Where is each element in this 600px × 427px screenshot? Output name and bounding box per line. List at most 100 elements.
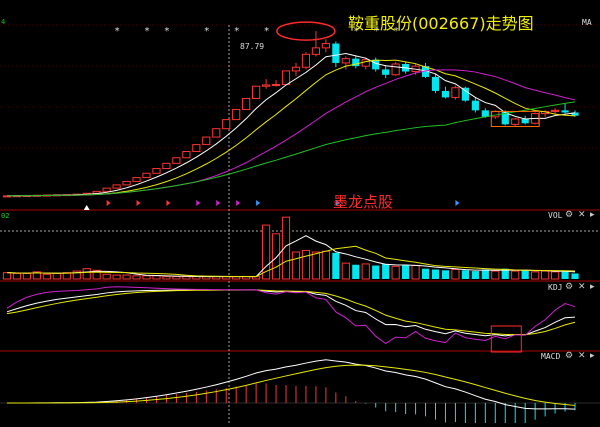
candle-body xyxy=(341,58,350,64)
candle-body xyxy=(332,43,340,63)
candle-body xyxy=(291,66,301,72)
candle-body xyxy=(232,108,241,121)
volume-bar xyxy=(142,275,151,280)
macd-dea-line xyxy=(6,364,576,406)
kdj-k-line xyxy=(6,289,576,337)
candle-body xyxy=(382,69,390,75)
candle-body xyxy=(212,128,221,138)
limit-up-star: * xyxy=(164,26,169,37)
signal-arrow xyxy=(216,200,221,206)
signal-arrow xyxy=(196,200,201,206)
volume-bar xyxy=(132,275,141,280)
kdj-d-line xyxy=(6,289,576,336)
candle-body xyxy=(321,43,330,49)
candle-body xyxy=(122,180,131,186)
vol-panel-label[interactable]: VOL xyxy=(548,211,562,220)
ma-label[interactable]: MA xyxy=(582,18,592,27)
candle-body xyxy=(192,144,201,153)
candle-body xyxy=(372,59,380,70)
volume-bar xyxy=(162,276,171,280)
ma5-line xyxy=(6,52,576,197)
candle-body xyxy=(521,118,529,124)
ma10-line xyxy=(6,59,576,197)
volume-bar xyxy=(521,270,529,279)
vol-ma5-line xyxy=(6,235,576,278)
peak-price-label: 87.79 xyxy=(240,42,265,51)
volume-bar xyxy=(421,268,430,279)
volume-bar xyxy=(431,269,440,279)
kdj-settings-gear-icon[interactable]: ⚙ xyxy=(565,282,573,292)
volume-bar xyxy=(112,274,121,280)
candle-body xyxy=(451,87,460,98)
candle-body xyxy=(431,76,440,91)
ma20-line xyxy=(6,69,576,197)
volume-bar xyxy=(550,271,560,280)
volume-bar xyxy=(271,233,281,280)
macd-panel-label[interactable]: MACD xyxy=(541,352,560,361)
signal-arrow xyxy=(256,200,261,206)
volume-bar xyxy=(391,265,400,280)
vol-corner-mark: 02 xyxy=(1,212,10,220)
volume-bar xyxy=(102,273,111,280)
candle-body xyxy=(182,151,191,159)
volume-bar xyxy=(291,251,301,280)
vol-settings-gear-icon[interactable]: ⚙ xyxy=(565,210,573,220)
candle-body xyxy=(561,110,569,113)
candle-body xyxy=(162,162,171,170)
candle-body xyxy=(461,87,469,101)
volume-bar xyxy=(172,276,181,280)
limit-up-star: * xyxy=(234,26,239,37)
candle-body xyxy=(152,168,161,174)
volume-bar xyxy=(361,263,370,280)
volume-bar xyxy=(541,270,550,280)
macd-expand-icon[interactable]: ▸ xyxy=(590,351,595,361)
volume-bar xyxy=(122,274,131,280)
volume-bar xyxy=(341,262,350,280)
volume-bar xyxy=(182,276,191,280)
volume-bar xyxy=(531,271,540,280)
candle-body xyxy=(222,119,231,130)
volume-bar xyxy=(411,265,420,280)
vol-close-icon[interactable]: ✕ xyxy=(578,210,586,220)
candle-body xyxy=(102,187,111,192)
candle-body xyxy=(112,184,121,189)
candle-body xyxy=(311,47,321,55)
signal-arrow xyxy=(455,200,460,206)
volume-bar xyxy=(332,252,340,279)
candle-body xyxy=(242,97,251,110)
volume-bar xyxy=(372,265,380,279)
macd-settings-gear-icon[interactable]: ⚙ xyxy=(565,351,573,361)
kdj-close-icon[interactable]: ✕ xyxy=(578,282,586,292)
candle-body xyxy=(511,118,520,125)
macd-close-icon[interactable]: ✕ xyxy=(578,351,586,361)
candle-body xyxy=(550,109,560,112)
volume-bar xyxy=(12,272,22,280)
macd-dif-line xyxy=(6,359,576,410)
chart-canvas: * * * * * * * * * xyxy=(0,21,600,427)
volume-bar xyxy=(152,275,161,280)
vol-expand-icon[interactable]: ▸ xyxy=(590,210,595,220)
peak-highlight-oval xyxy=(276,21,336,41)
volume-bar xyxy=(82,268,91,280)
watermark-text: 墨龙点股 xyxy=(333,193,394,211)
kdj-panel-label[interactable]: KDJ xyxy=(548,283,562,292)
candle-body xyxy=(202,136,211,146)
candle-body xyxy=(261,84,271,87)
candle-body xyxy=(281,70,291,85)
kdj-expand-icon[interactable]: ▸ xyxy=(590,282,595,292)
volume-bar xyxy=(382,263,390,279)
volume-bar xyxy=(52,272,61,280)
main-corner-mark: 4 xyxy=(1,18,6,26)
vol-ma10-line xyxy=(6,245,576,278)
volume-bar xyxy=(461,270,469,279)
signal-arrow xyxy=(166,200,171,206)
volume-bar xyxy=(311,251,321,280)
candle-body xyxy=(471,100,479,111)
volume-bar xyxy=(561,271,569,279)
ma60-line xyxy=(6,101,576,197)
candle-body xyxy=(361,59,370,67)
limit-up-star: * xyxy=(115,26,120,37)
volume-bar xyxy=(22,272,32,280)
kdj-box-highlight xyxy=(490,325,522,353)
start-arrow xyxy=(83,205,90,210)
